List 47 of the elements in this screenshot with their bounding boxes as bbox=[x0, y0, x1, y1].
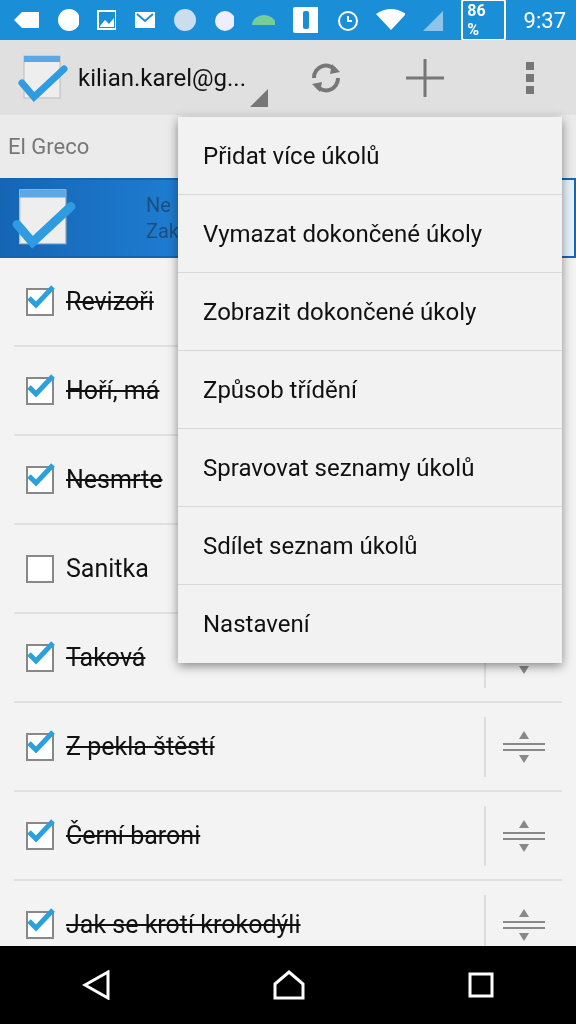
task-checkbox[interactable] bbox=[26, 465, 54, 494]
task-title: Z pekla štěstí bbox=[66, 732, 215, 761]
task-title: Hoří, má bbox=[66, 376, 160, 405]
image-icon bbox=[97, 10, 117, 30]
task-checkbox[interactable] bbox=[26, 554, 54, 583]
task-title: Taková bbox=[66, 643, 146, 672]
overflow-menu-icon[interactable] bbox=[526, 61, 536, 94]
menu-item[interactable]: Přidat více úkolů bbox=[178, 117, 562, 195]
menu-item[interactable]: Zobrazit dokončené úkoly bbox=[178, 273, 562, 351]
account-selector[interactable]: kilian.karel@g... bbox=[78, 63, 246, 92]
list-title: El Greco bbox=[8, 134, 90, 159]
banner-text: Zak bbox=[146, 218, 179, 244]
menu-item[interactable]: Spravovat seznamy úkolů bbox=[178, 429, 562, 507]
badge-icon bbox=[56, 8, 80, 32]
alarm-icon bbox=[335, 8, 359, 32]
app-icon bbox=[252, 15, 275, 25]
clock: 9:37 bbox=[523, 7, 567, 33]
task-checkbox[interactable] bbox=[26, 376, 54, 405]
recent-apps-icon[interactable] bbox=[468, 972, 495, 998]
task-title: Černí baroni bbox=[66, 821, 201, 850]
task-checkbox[interactable] bbox=[26, 643, 54, 672]
mail-icon bbox=[134, 11, 155, 29]
task-title: Jak se krotí krokodýli bbox=[66, 910, 301, 939]
task-checkbox[interactable] bbox=[26, 287, 54, 316]
dropdown-triangle-icon bbox=[250, 89, 268, 107]
task-checkbox[interactable] bbox=[26, 910, 54, 939]
task-checkbox[interactable] bbox=[26, 732, 54, 761]
app-icon bbox=[293, 7, 318, 33]
wifi-icon bbox=[376, 8, 405, 32]
notification-icon bbox=[14, 10, 39, 30]
menu-item[interactable]: Nastavení bbox=[178, 585, 562, 663]
task-checkbox[interactable] bbox=[26, 821, 54, 850]
menu-item[interactable]: Způsob třídění bbox=[178, 351, 562, 429]
app-icon bbox=[172, 8, 196, 32]
app-logo-icon bbox=[18, 52, 68, 103]
task-title: Revizoři bbox=[66, 287, 154, 316]
menu-item[interactable]: Vymazat dokončené úkoly bbox=[178, 195, 562, 273]
task-title: Sanitka bbox=[66, 554, 149, 583]
back-icon[interactable] bbox=[81, 970, 110, 1000]
add-icon[interactable] bbox=[406, 58, 444, 97]
app-logo-icon bbox=[12, 186, 76, 250]
menu-item[interactable]: Sdílet seznam úkolů bbox=[178, 507, 562, 585]
task-title: Nesmrte bbox=[66, 465, 163, 494]
banner-text: Ne bbox=[146, 192, 172, 218]
signal-icon bbox=[422, 9, 444, 31]
app-icon bbox=[213, 8, 235, 32]
home-icon[interactable] bbox=[273, 970, 305, 1000]
